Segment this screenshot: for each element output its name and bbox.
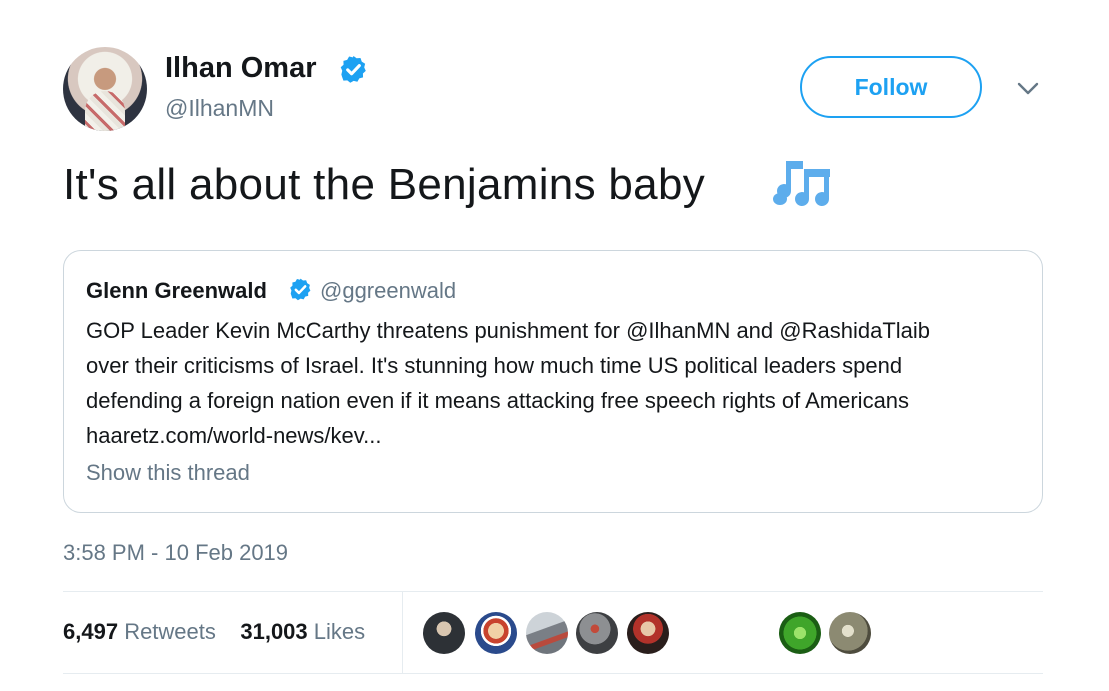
- verified-badge-icon: [290, 278, 311, 301]
- quoted-tweet-text: GOP Leader Kevin McCarthy threatens puni…: [86, 313, 1026, 453]
- liker-avatar-2[interactable]: [475, 612, 517, 654]
- retweets-stat[interactable]: 6,497 Retweets: [63, 619, 216, 644]
- quoted-tweet-line: defending a foreign nation even if it me…: [86, 388, 910, 413]
- liker-avatar-7[interactable]: [829, 612, 871, 654]
- author-name[interactable]: Ilhan Omar: [165, 52, 317, 85]
- liker-avatar-1[interactable]: [423, 612, 465, 654]
- divider: [402, 592, 403, 673]
- retweets-label: Retweets: [124, 619, 216, 644]
- tweet-text: It's all about the Benjamins baby: [63, 160, 706, 209]
- divider: [63, 591, 1043, 592]
- quoted-tweet-line: GOP Leader Kevin McCarthy threatens puni…: [86, 318, 931, 343]
- liker-avatar-3[interactable]: [526, 612, 568, 654]
- show-thread-link[interactable]: Show this thread: [86, 460, 250, 486]
- likes-count: 31,003: [240, 619, 308, 644]
- liker-avatar-4[interactable]: [576, 612, 618, 654]
- likes-stat[interactable]: 31,003 Likes: [240, 619, 365, 644]
- retweets-count: 6,497: [63, 619, 119, 644]
- tweet-stats: 6,497 Retweets 31,003 Likes: [63, 619, 365, 645]
- verified-badge-icon: [340, 55, 366, 83]
- musical-notes-icon: [773, 161, 830, 207]
- liker-avatar-6[interactable]: [779, 612, 821, 654]
- quoted-tweet[interactable]: Glenn Greenwald @ggreenwald GOP Leader K…: [63, 250, 1043, 513]
- tweet-timestamp[interactable]: 3:58 PM - 10 Feb 2019: [63, 540, 288, 566]
- quoted-author-handle[interactable]: @ggreenwald: [320, 278, 456, 304]
- liker-avatar-5[interactable]: [627, 612, 669, 654]
- chevron-down-icon[interactable]: [1016, 80, 1040, 96]
- quoted-tweet-line: over their criticisms of Israel. It's st…: [86, 353, 903, 378]
- divider: [63, 673, 1043, 674]
- quoted-author-name[interactable]: Glenn Greenwald: [86, 278, 267, 304]
- follow-button[interactable]: Follow: [800, 56, 982, 118]
- likes-label: Likes: [313, 619, 366, 644]
- author-avatar[interactable]: [63, 47, 147, 131]
- quoted-tweet-link[interactable]: haaretz.com/world-news/kev...: [86, 418, 1026, 453]
- author-handle[interactable]: @IlhanMN: [165, 95, 274, 122]
